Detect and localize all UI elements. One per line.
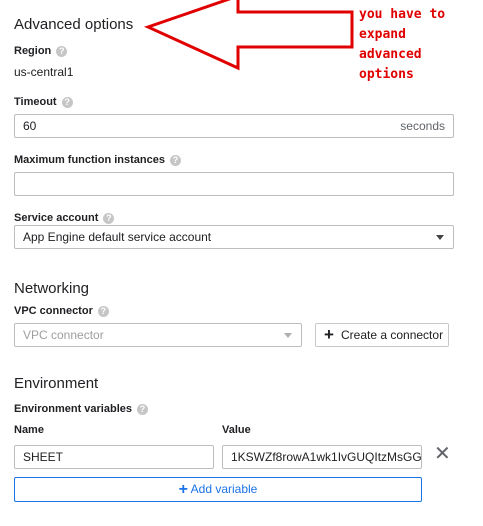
max-instances-label-row: Maximum function instances? — [14, 154, 181, 166]
timeout-input[interactable]: 60 seconds — [14, 114, 454, 138]
environment-title: Environment — [14, 375, 99, 392]
networking-title: Networking — [14, 280, 90, 297]
chevron-down-icon — [436, 235, 444, 240]
help-icon[interactable]: ? — [61, 96, 73, 108]
vpc-connector-placeholder: VPC connector — [23, 328, 104, 342]
add-variable-label: Add variable — [190, 482, 258, 496]
region-value: us-central1 — [14, 65, 74, 79]
help-icon[interactable]: ? — [56, 45, 68, 57]
timeout-label: Timeout — [14, 96, 57, 108]
env-name-value: SHEET — [23, 450, 64, 464]
env-vars-label: Environment variables — [14, 403, 132, 415]
service-account-label-row: Service account? — [14, 212, 115, 224]
help-icon[interactable]: ? — [169, 154, 181, 166]
env-value-input[interactable]: 1KSWZf8rowA1wk1IvGUQItzMsGG — [222, 445, 422, 469]
close-icon[interactable]: ✕ — [434, 444, 451, 464]
annotation-line: you have to — [359, 7, 446, 22]
plus-icon: + — [324, 325, 334, 344]
region-label: Region — [14, 45, 52, 57]
help-icon[interactable]: ? — [137, 403, 148, 415]
env-name-input[interactable]: SHEET — [14, 445, 214, 469]
value-column-header: Value — [222, 424, 251, 436]
advanced-options-title[interactable]: Advanced options — [14, 16, 133, 33]
max-instances-label: Maximum function instances — [14, 154, 165, 166]
annotation-text: you have to expand advanced options — [359, 5, 445, 85]
env-value-value: 1KSWZf8rowA1wk1IvGUQItzMsGG — [231, 450, 422, 464]
max-instances-input[interactable] — [14, 172, 454, 196]
annotation-line: options — [359, 67, 414, 82]
timeout-suffix: seconds — [400, 119, 445, 133]
vpc-label: VPC connector — [14, 305, 93, 317]
region-label-row: Region? — [14, 45, 68, 57]
annotation-arrow — [143, 0, 354, 71]
service-account-select[interactable]: App Engine default service account — [14, 225, 454, 249]
name-column-header: Name — [14, 424, 44, 436]
add-variable-button[interactable]: + Add variable — [14, 477, 422, 502]
service-account-label: Service account — [14, 212, 99, 224]
create-connector-button[interactable]: + Create a connector — [315, 323, 449, 347]
vpc-label-row: VPC connector? — [14, 305, 109, 317]
env-vars-label-row: Environment variables? — [14, 403, 148, 415]
vpc-connector-select[interactable]: VPC connector — [14, 323, 302, 347]
annotation-line: advanced — [359, 47, 422, 62]
service-account-value: App Engine default service account — [23, 230, 212, 244]
help-icon[interactable]: ? — [97, 305, 109, 317]
create-connector-label: Create a connector — [341, 328, 444, 342]
plus-icon: + — [178, 481, 188, 498]
annotation-line: expand — [359, 27, 406, 42]
help-icon[interactable]: ? — [103, 212, 115, 224]
timeout-label-row: Timeout? — [14, 96, 73, 108]
chevron-down-icon — [284, 333, 292, 338]
timeout-value: 60 — [23, 119, 37, 133]
